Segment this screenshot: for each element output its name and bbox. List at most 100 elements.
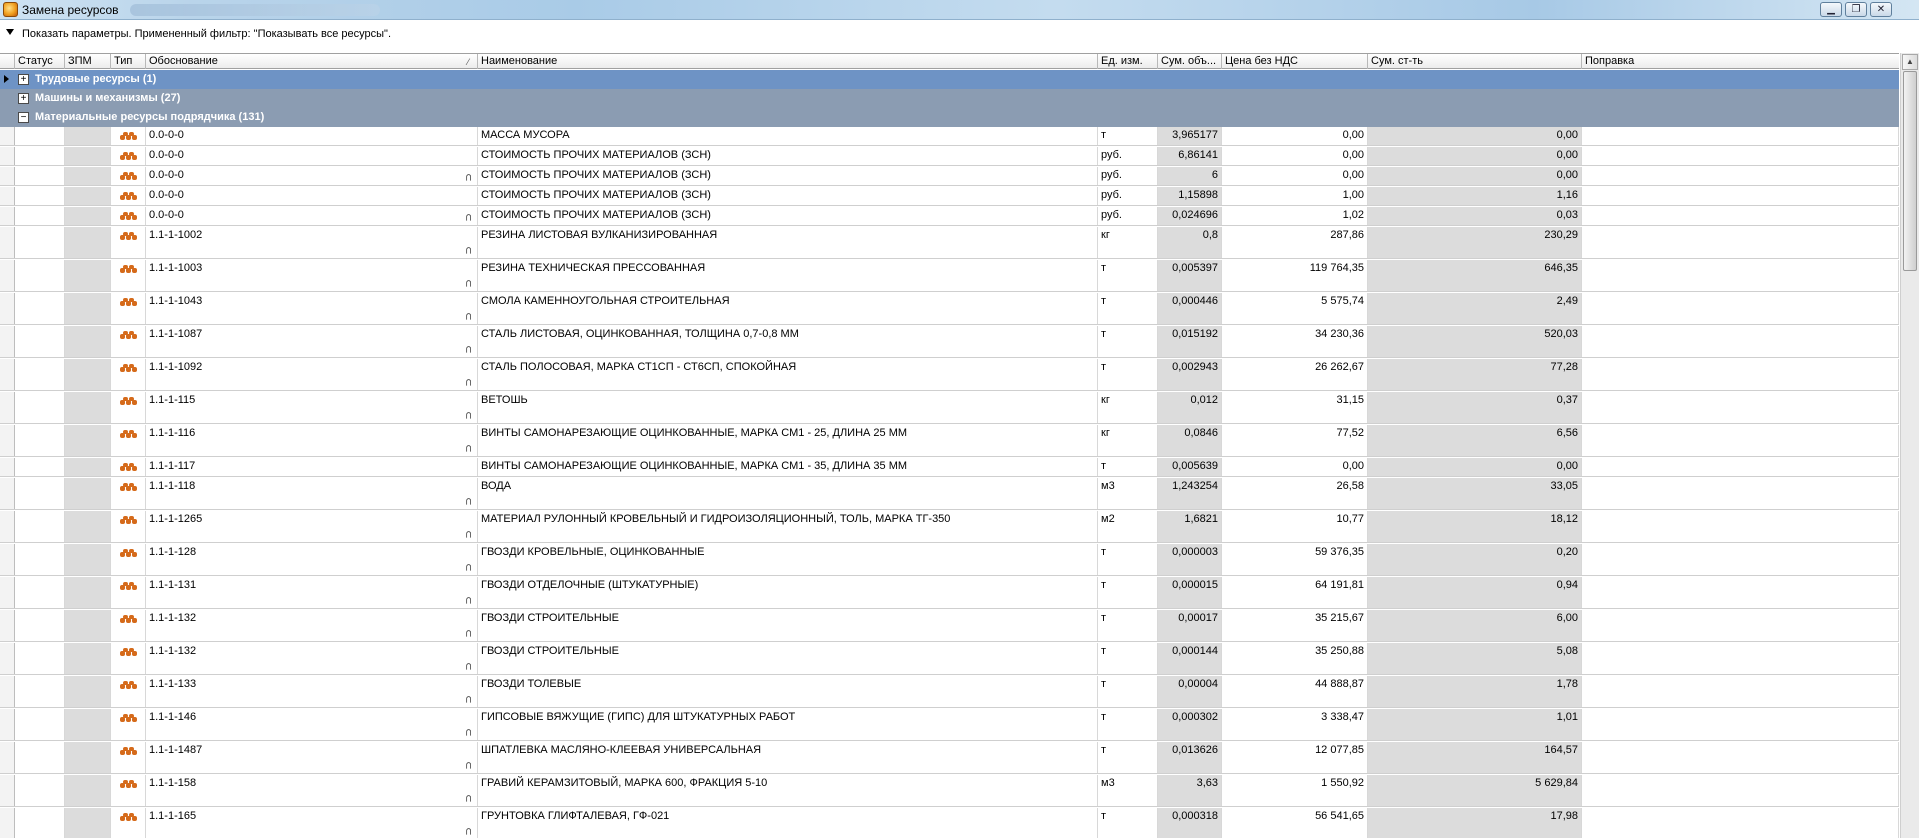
collapse-icon[interactable]: − xyxy=(18,112,29,123)
table-row[interactable]: 1.1-1-1092 ⊂ СТАЛЬ ПОЛОСОВАЯ, МАРКА СТ1СП … xyxy=(0,359,1899,391)
group-machines[interactable]: + Машины и механизмы (27) xyxy=(0,89,1899,108)
row-selector[interactable] xyxy=(0,544,15,575)
paperclip-icon[interactable]: ⊂ xyxy=(462,378,473,386)
table-row[interactable]: 1.1-1-165 ⊂ ГРУНТОВКА ГЛИФТАЛЕВАЯ, ГФ-021 т… xyxy=(0,808,1899,838)
paperclip-icon[interactable]: ⊂ xyxy=(462,345,473,353)
table-row[interactable]: 1.1-1-146 ⊂ ГИПСОВЫЕ ВЯЖУЩИЕ (ГИПС) ДЛЯ ШТ… xyxy=(0,709,1899,741)
expand-parameters-icon[interactable] xyxy=(6,29,14,35)
expand-icon[interactable]: + xyxy=(18,93,29,104)
table-row[interactable]: 0.0-0-0 СТОИМОСТЬ ПРОЧИХ МАТЕРИАЛОВ (ЗСН)… xyxy=(0,187,1899,206)
header-justification[interactable]: Обоснование ⁄ xyxy=(146,54,478,69)
filter-description[interactable]: Показать параметры. Примененный фильтр: … xyxy=(22,28,391,40)
row-selector[interactable] xyxy=(0,709,15,740)
cell-justification: 1.1-1-1003 ⊂ xyxy=(146,260,478,291)
table-row[interactable]: 1.1-1-115 ⊂ ВЕТОШЬ кг 0,012 31,15 0,37 xyxy=(0,392,1899,424)
cell-unit-text: м3 xyxy=(1101,480,1115,492)
row-selector[interactable] xyxy=(0,458,15,476)
table-row[interactable]: 1.1-1-131 ⊂ ГВОЗДИ ОТДЕЛОЧНЫЕ (ШТУКАТУРНЫЕ… xyxy=(0,577,1899,609)
table-row[interactable]: 1.1-1-133 ⊂ ГВОЗДИ ТОЛЕВЫЕ т 0,00004 44 888,8… xyxy=(0,676,1899,708)
table-row[interactable]: 1.1-1-117 ВИНТЫ САМОНАРЕЗАЮЩИЕ ОЦИНКОВАНН… xyxy=(0,458,1899,477)
header-correction[interactable]: Поправка xyxy=(1582,54,1899,69)
table-row[interactable]: 1.1-1-158 ⊂ ГРАВИЙ КЕРАМЗИТОВЫЙ, МАРКА 600… xyxy=(0,775,1899,807)
table-row[interactable]: 1.1-1-118 ⊂ ВОДА м3 1,243254 26,58 33,05 xyxy=(0,478,1899,510)
table-row[interactable]: 1.1-1-1002 ⊂ РЕЗИНА ЛИСТОВАЯ ВУЛКАНИЗИРОВА… xyxy=(0,227,1899,259)
group-contractor-materials[interactable]: − Материальные ресурсы подрядчика (131) xyxy=(0,108,1899,127)
header-type[interactable]: Тип xyxy=(111,54,146,69)
paperclip-icon[interactable]: ⊂ xyxy=(462,596,473,604)
paperclip-icon[interactable]: ⊂ xyxy=(462,827,473,835)
paperclip-icon[interactable]: ⊂ xyxy=(462,312,473,320)
row-selector[interactable] xyxy=(0,808,15,838)
paperclip-icon[interactable]: ⊂ xyxy=(462,213,473,221)
table-row[interactable]: 0.0-0-0 ⊂ СТОИМОСТЬ ПРОЧИХ МАТЕРИАЛОВ (ЗСН… xyxy=(0,167,1899,186)
header-total-quantity[interactable]: Сум. объ... xyxy=(1158,54,1222,69)
cell-type xyxy=(111,293,146,324)
table-row[interactable]: 1.1-1-1487 ⊂ ШПАТЛЕВКА МАСЛЯНО-КЛЕЕВАЯ УНИ… xyxy=(0,742,1899,774)
table-row[interactable]: 1.1-1-1003 ⊂ РЕЗИНА ТЕХНИЧЕСКАЯ ПРЕССОВАНН… xyxy=(0,260,1899,292)
row-selector[interactable] xyxy=(0,127,15,145)
row-selector[interactable] xyxy=(0,511,15,542)
cell-justification-text: 1.1-1-128 xyxy=(149,546,197,558)
paperclip-icon[interactable]: ⊂ xyxy=(462,173,473,181)
row-selector[interactable] xyxy=(0,742,15,773)
paperclip-icon[interactable]: ⊂ xyxy=(462,411,473,419)
paperclip-icon[interactable]: ⊂ xyxy=(462,629,473,637)
row-selector[interactable] xyxy=(0,293,15,324)
group-labor-resources[interactable]: + Трудовые ресурсы (1) xyxy=(0,70,1899,89)
header-price-no-vat[interactable]: Цена без НДС xyxy=(1222,54,1368,69)
table-row[interactable]: 0.0-0-0 ⊂ СТОИМОСТЬ ПРОЧИХ МАТЕРИАЛОВ (ЗСН… xyxy=(0,207,1899,226)
minimize-button[interactable]: ▁ xyxy=(1820,2,1842,17)
paperclip-icon[interactable]: ⊂ xyxy=(462,695,473,703)
header-unit[interactable]: Ед. изм. xyxy=(1098,54,1158,69)
row-selector[interactable] xyxy=(0,478,15,509)
table-row[interactable]: 0.0-0-0 МАССА МУСОРА т 3,965177 0,00 0,00 xyxy=(0,127,1899,146)
row-selector[interactable] xyxy=(0,775,15,806)
row-selector[interactable] xyxy=(0,577,15,608)
row-selector[interactable] xyxy=(0,207,15,225)
row-selector[interactable] xyxy=(0,392,15,423)
header-name[interactable]: Наименование xyxy=(478,54,1098,69)
expand-icon[interactable]: + xyxy=(18,74,29,85)
paperclip-icon[interactable]: ⊂ xyxy=(462,246,473,254)
scroll-up-icon[interactable]: ▲ xyxy=(1902,54,1918,70)
paperclip-icon[interactable]: ⊂ xyxy=(462,530,473,538)
row-selector[interactable] xyxy=(0,643,15,674)
row-selector[interactable] xyxy=(0,187,15,205)
table-row[interactable]: 1.1-1-1043 ⊂ СМОЛА КАМЕННОУГОЛЬНАЯ СТРОИТЕ… xyxy=(0,293,1899,325)
paperclip-icon[interactable]: ⊂ xyxy=(462,794,473,802)
header-zpm[interactable]: ЗПМ xyxy=(65,54,111,69)
row-selector[interactable] xyxy=(0,359,15,390)
table-row[interactable]: 0.0-0-0 СТОИМОСТЬ ПРОЧИХ МАТЕРИАЛОВ (ЗСН)… xyxy=(0,147,1899,166)
table-row[interactable]: 1.1-1-1087 ⊂ СТАЛЬ ЛИСТОВАЯ, ОЦИНКОВАННАЯ,… xyxy=(0,326,1899,358)
table-row[interactable]: 1.1-1-128 ⊂ ГВОЗДИ КРОВЕЛЬНЫЕ, ОЦИНКОВАННЫ… xyxy=(0,544,1899,576)
paperclip-icon[interactable]: ⊂ xyxy=(462,279,473,287)
cell-total-quantity: 3,63 xyxy=(1158,775,1222,806)
cell-zpm xyxy=(65,742,111,773)
paperclip-icon[interactable]: ⊂ xyxy=(462,444,473,452)
table-row[interactable]: 1.1-1-132 ⊂ ГВОЗДИ СТРОИТЕЛЬНЫЕ т 0,00017 35 … xyxy=(0,610,1899,642)
cell-price-no-vat: 0,00 xyxy=(1222,147,1368,165)
table-row[interactable]: 1.1-1-116 ⊂ ВИНТЫ САМОНАРЕЗАЮЩИЕ ОЦИНКОВАН… xyxy=(0,425,1899,457)
paperclip-icon[interactable]: ⊂ xyxy=(462,761,473,769)
header-total-cost[interactable]: Сум. ст-ть xyxy=(1368,54,1582,69)
row-selector[interactable] xyxy=(0,167,15,185)
paperclip-icon[interactable]: ⊂ xyxy=(462,563,473,571)
row-selector[interactable] xyxy=(0,326,15,357)
row-selector[interactable] xyxy=(0,147,15,165)
row-selector[interactable] xyxy=(0,260,15,291)
scroll-thumb[interactable] xyxy=(1903,71,1917,271)
paperclip-icon[interactable]: ⊂ xyxy=(462,662,473,670)
paperclip-icon[interactable]: ⊂ xyxy=(462,728,473,736)
header-status[interactable]: Статус xyxy=(15,54,65,69)
close-button[interactable]: ✕ xyxy=(1870,2,1892,17)
row-selector[interactable] xyxy=(0,610,15,641)
table-row[interactable]: 1.1-1-132 ⊂ ГВОЗДИ СТРОИТЕЛЬНЫЕ т 0,000144 35… xyxy=(0,643,1899,675)
row-selector[interactable] xyxy=(0,227,15,258)
row-selector[interactable] xyxy=(0,425,15,456)
vertical-scrollbar[interactable]: ▲ xyxy=(1900,53,1919,838)
paperclip-icon[interactable]: ⊂ xyxy=(462,497,473,505)
cell-unit: т xyxy=(1098,359,1158,390)
table-row[interactable]: 1.1-1-1265 ⊂ МАТЕРИАЛ РУЛОННЫЙ КРОВЕЛЬНЫЙ … xyxy=(0,511,1899,543)
restore-button[interactable]: ❐ xyxy=(1845,2,1867,17)
row-selector[interactable] xyxy=(0,676,15,707)
